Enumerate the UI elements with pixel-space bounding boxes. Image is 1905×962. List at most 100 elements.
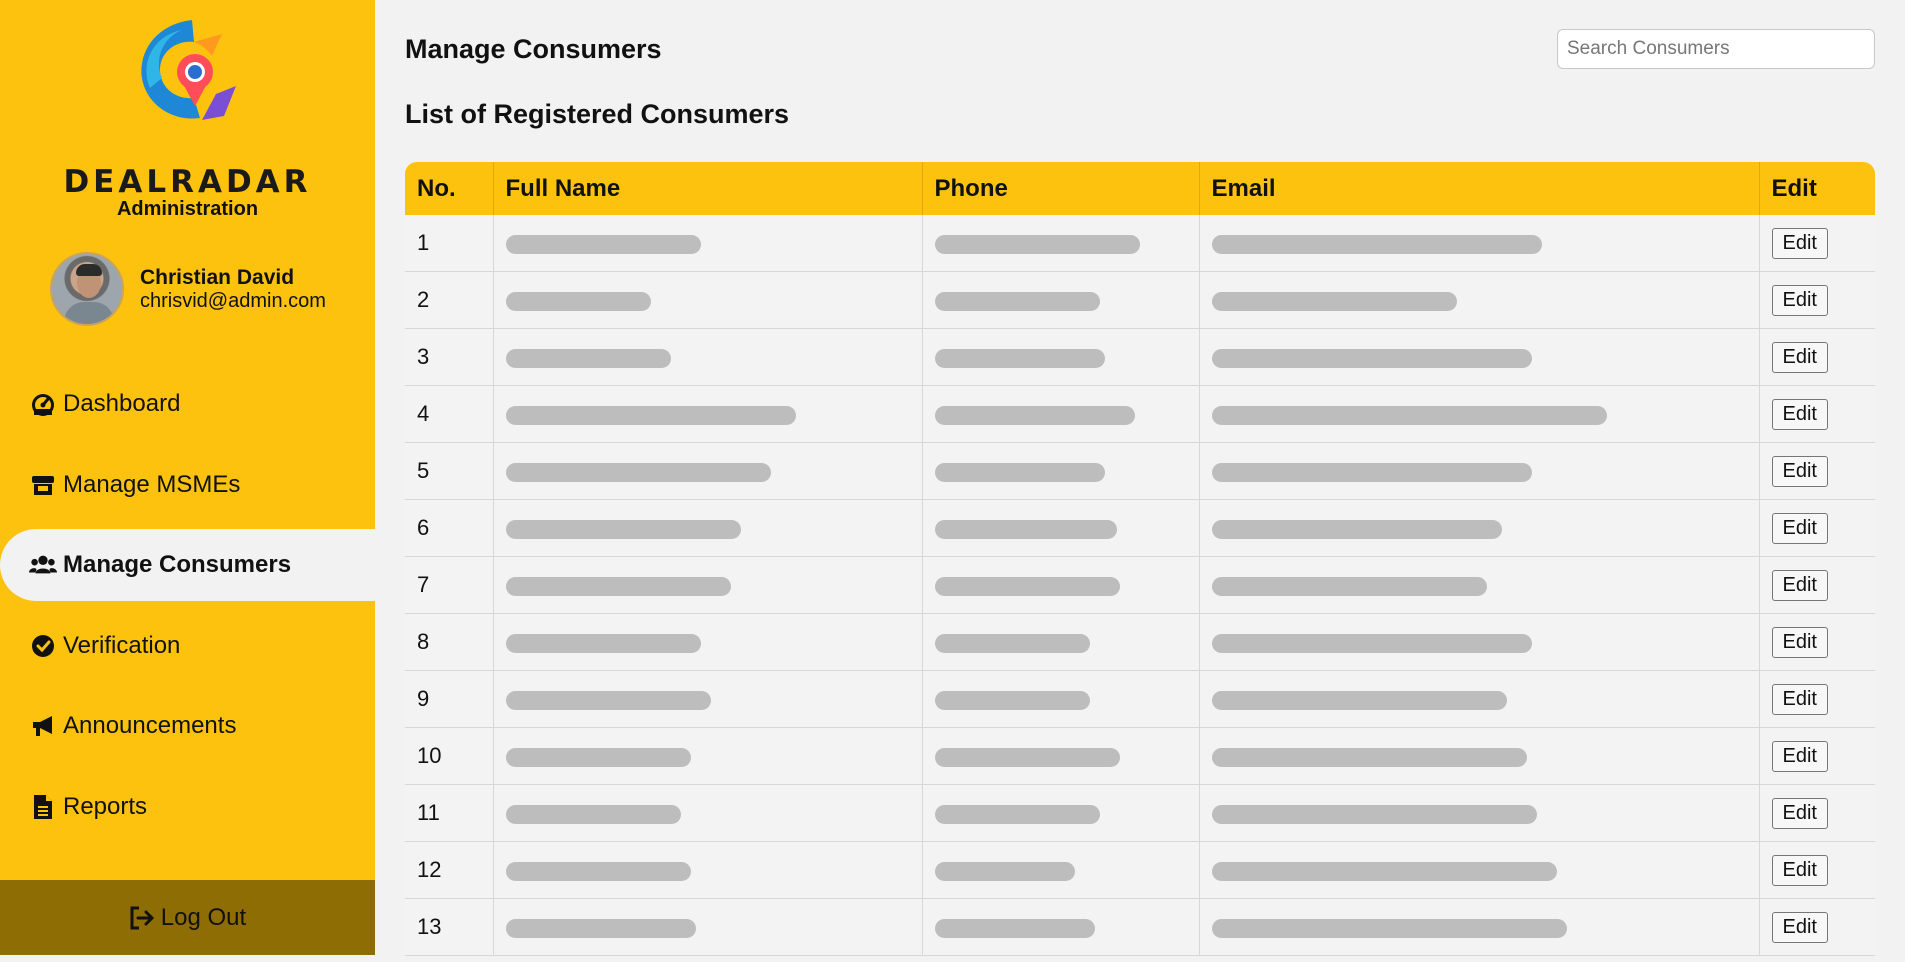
cell-edit: Edit (1759, 215, 1875, 272)
cell-full-name-redacted (493, 727, 923, 785)
cell-email-redacted (1199, 898, 1760, 956)
cell-edit: Edit (1759, 385, 1875, 443)
cell-email-redacted (1199, 613, 1760, 671)
cell-phone-redacted (922, 271, 1200, 329)
cell-full-name-redacted (493, 556, 923, 614)
redaction-mark (934, 747, 1120, 767)
cell-no: 4 (405, 385, 494, 443)
table-row: 1 Edit (405, 215, 1875, 272)
cell-edit: Edit (1759, 784, 1875, 842)
list-title: List of Registered Consumers (405, 99, 790, 129)
redaction-mark (505, 633, 701, 653)
cell-email-redacted (1199, 328, 1760, 386)
edit-button[interactable]: Edit (1771, 512, 1828, 544)
redaction-mark (934, 348, 1105, 368)
sidebar: DEALRADAR Administration Christian David… (0, 0, 375, 955)
redaction-mark (934, 861, 1075, 881)
redaction-mark (505, 519, 741, 539)
nav-item-announcements[interactable]: Announcements (0, 690, 375, 762)
search-input[interactable] (1557, 29, 1875, 69)
edit-button[interactable]: Edit (1771, 797, 1828, 829)
redaction-mark (505, 576, 731, 596)
edit-button[interactable]: Edit (1771, 740, 1828, 772)
nav-item-dashboard[interactable]: Dashboard (0, 368, 375, 440)
redaction-mark (505, 291, 651, 311)
cell-no: 6 (405, 499, 494, 557)
redaction-mark (934, 633, 1090, 653)
edit-button[interactable]: Edit (1771, 683, 1828, 715)
redaction-mark (934, 804, 1100, 824)
redaction-mark (505, 234, 701, 254)
redaction-mark (505, 861, 691, 881)
redaction-mark (1211, 633, 1532, 653)
table-row: 9 Edit (405, 670, 1875, 728)
table-row: 3 Edit (405, 328, 1875, 386)
cell-email-redacted (1199, 215, 1760, 272)
nav-item-manage-consumers[interactable]: Manage Consumers (0, 529, 375, 601)
user-email: chrisvid@admin.com (140, 290, 326, 312)
cell-email-redacted (1199, 271, 1760, 329)
cell-no: 8 (405, 613, 494, 671)
redaction-mark (1211, 690, 1507, 710)
redaction-mark (1211, 804, 1537, 824)
redaction-mark (934, 234, 1140, 254)
redaction-mark (505, 348, 671, 368)
redaction-mark (1211, 576, 1487, 596)
table-row: 11 Edit (405, 784, 1875, 842)
cell-full-name-redacted (493, 385, 923, 443)
redaction-mark (934, 405, 1135, 425)
redaction-mark (1211, 918, 1567, 938)
cell-email-redacted (1199, 499, 1760, 557)
cell-edit: Edit (1759, 499, 1875, 557)
cell-email-redacted (1199, 442, 1760, 500)
cell-no: 10 (405, 727, 494, 785)
cell-no: 13 (405, 898, 494, 956)
edit-button[interactable]: Edit (1771, 455, 1828, 487)
edit-button[interactable]: Edit (1771, 911, 1828, 943)
edit-button[interactable]: Edit (1771, 284, 1828, 316)
cell-email-redacted (1199, 670, 1760, 728)
edit-button[interactable]: Edit (1771, 398, 1828, 430)
nav-label: Manage Consumers (63, 551, 292, 578)
cell-no: 3 (405, 328, 494, 386)
nav-item-manage-msmes[interactable]: Manage MSMEs (0, 449, 375, 521)
table-row: 12 Edit (405, 841, 1875, 899)
table-row: 8 Edit (405, 613, 1875, 671)
cell-phone-redacted (922, 784, 1200, 842)
cell-email-redacted (1199, 556, 1760, 614)
cell-edit: Edit (1759, 841, 1875, 899)
cell-email-redacted (1199, 385, 1760, 443)
nav-item-verification[interactable]: Verification (0, 610, 375, 682)
sign-out-icon (129, 906, 155, 930)
redaction-mark (934, 519, 1117, 539)
nav-label: Manage MSMEs (63, 471, 241, 498)
edit-button[interactable]: Edit (1771, 227, 1828, 259)
cell-edit: Edit (1759, 613, 1875, 671)
dealradar-logo-icon (141, 20, 236, 120)
cell-edit: Edit (1759, 670, 1875, 728)
cell-full-name-redacted (493, 328, 923, 386)
cell-email-redacted (1199, 784, 1760, 842)
nav-item-reports[interactable]: Reports (0, 771, 375, 843)
brand-subtitle: Administration (116, 198, 259, 220)
cell-edit: Edit (1759, 556, 1875, 614)
cell-edit: Edit (1759, 328, 1875, 386)
redaction-mark (1211, 405, 1607, 425)
edit-button[interactable]: Edit (1771, 569, 1828, 601)
redaction-mark (1211, 519, 1502, 539)
store-icon (29, 471, 57, 499)
cell-no: 5 (405, 442, 494, 500)
edit-button[interactable]: Edit (1771, 854, 1828, 886)
cell-full-name-redacted (493, 442, 923, 500)
edit-button[interactable]: Edit (1771, 341, 1828, 373)
file-icon (29, 793, 57, 821)
cell-full-name-redacted (493, 898, 923, 956)
edit-button[interactable]: Edit (1771, 626, 1828, 658)
cell-email-redacted (1199, 841, 1760, 899)
logout-button[interactable]: Log Out (0, 880, 375, 955)
redaction-mark (934, 690, 1090, 710)
redaction-mark (505, 462, 771, 482)
cell-no: 7 (405, 556, 494, 614)
page-title: Manage Consumers (405, 34, 662, 64)
nav-label: Reports (63, 793, 148, 820)
